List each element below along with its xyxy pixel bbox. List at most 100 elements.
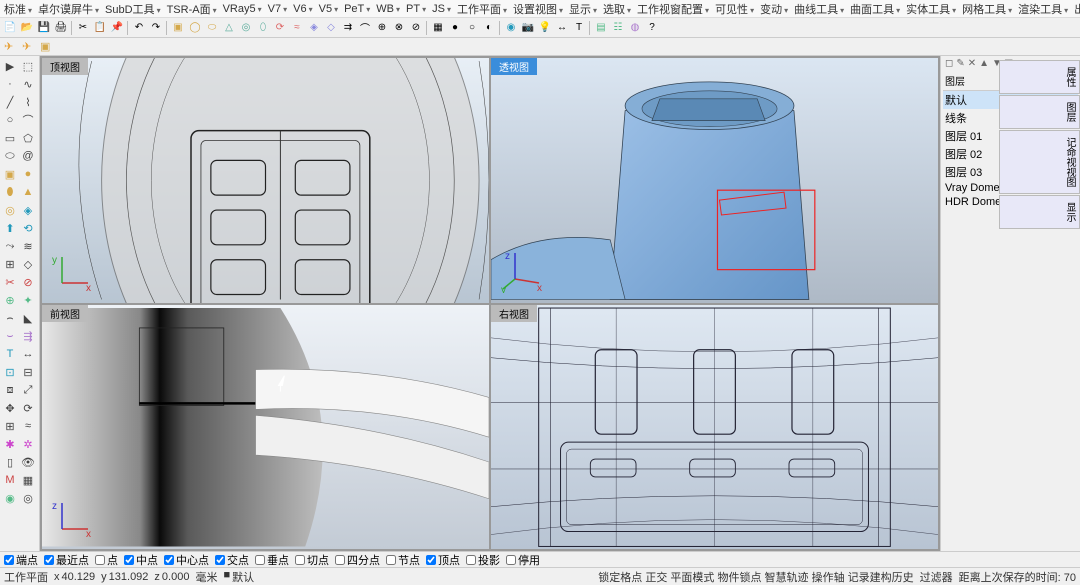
netw-icon[interactable]: ⊞ bbox=[1, 255, 19, 273]
osnap-check[interactable] bbox=[255, 555, 265, 565]
current-layer[interactable]: 默认 bbox=[232, 569, 254, 585]
menu-23[interactable]: 渲染工具 bbox=[1018, 1, 1068, 17]
wire-icon[interactable]: ○ bbox=[464, 20, 480, 36]
menu-14[interactable]: 显示 bbox=[569, 1, 597, 17]
menu-5[interactable]: V7 bbox=[268, 3, 287, 15]
osnap-check[interactable] bbox=[215, 555, 225, 565]
sweep-icon[interactable]: ⟳ bbox=[272, 20, 288, 36]
sphere-icon[interactable]: ◯ bbox=[187, 20, 203, 36]
fillet-icon[interactable]: ⌒ bbox=[357, 20, 373, 36]
osnap-3[interactable]: 中点 bbox=[124, 552, 158, 568]
offset-tool-icon[interactable]: ⇶ bbox=[19, 327, 37, 345]
osnap-6[interactable]: 垂点 bbox=[255, 552, 289, 568]
panel-btn-2[interactable]: ✕ bbox=[968, 58, 976, 69]
menu-1[interactable]: 卓尔谟屏牛 bbox=[38, 1, 99, 17]
panel-btn-1[interactable]: ✎ bbox=[956, 58, 964, 69]
arc-icon[interactable]: ⌒ bbox=[19, 111, 37, 129]
redo-icon[interactable]: ↷ bbox=[148, 20, 164, 36]
env-icon[interactable]: ▣ bbox=[40, 40, 54, 54]
osnap-10[interactable]: 顶点 bbox=[426, 552, 460, 568]
cp-icon[interactable]: ◉ bbox=[1, 489, 19, 507]
rot-icon[interactable]: ⟳ bbox=[19, 399, 37, 417]
box-icon[interactable]: ▣ bbox=[170, 20, 186, 36]
units[interactable]: 毫米 bbox=[195, 569, 217, 585]
join-icon[interactable]: ⊕ bbox=[1, 291, 19, 309]
hide-icon[interactable]: 👁 bbox=[19, 453, 37, 471]
patch-icon[interactable]: ◇ bbox=[323, 20, 339, 36]
osnap-check[interactable] bbox=[506, 555, 516, 565]
mat-icon[interactable]: ◍ bbox=[627, 20, 643, 36]
layer-icon[interactable]: ▤ bbox=[593, 20, 609, 36]
menu-0[interactable]: 标准 bbox=[4, 1, 32, 17]
menu-19[interactable]: 曲线工具 bbox=[794, 1, 844, 17]
bool-icon[interactable]: ⊕ bbox=[374, 20, 390, 36]
box-tool-icon[interactable]: ▣ bbox=[1, 165, 19, 183]
fillet-tool-icon[interactable]: ⌢ bbox=[1, 309, 19, 327]
line-icon[interactable]: ╱ bbox=[1, 93, 19, 111]
rect-icon[interactable]: ▭ bbox=[1, 129, 19, 147]
copy-icon[interactable]: 📋 bbox=[92, 20, 108, 36]
pipe-icon[interactable]: ⬯ bbox=[255, 20, 271, 36]
osnap-0[interactable]: 端点 bbox=[4, 552, 38, 568]
osnap-2[interactable]: 点 bbox=[95, 552, 118, 568]
menu-10[interactable]: PT bbox=[406, 3, 426, 15]
osnap-11[interactable]: 投影 bbox=[466, 552, 500, 568]
menu-21[interactable]: 实体工具 bbox=[906, 1, 956, 17]
snap-modes[interactable]: 锁定格点 正交 平面模式 物件锁点 智慧轨迹 操作轴 记录建构历史 bbox=[598, 569, 913, 585]
menu-13[interactable]: 设置视图 bbox=[513, 1, 563, 17]
analyze2-icon[interactable]: ✲ bbox=[19, 435, 37, 453]
arrow-icon[interactable]: ▶ bbox=[1, 57, 19, 75]
paste-icon[interactable]: 📌 bbox=[109, 20, 125, 36]
viewport-right[interactable]: 右视图 bbox=[491, 305, 938, 550]
osnap-7[interactable]: 切点 bbox=[295, 552, 329, 568]
blend-icon[interactable]: ⌣ bbox=[1, 327, 19, 345]
explode-icon[interactable]: ✦ bbox=[19, 291, 37, 309]
menu-2[interactable]: SubD工具 bbox=[105, 1, 161, 17]
cone-tool-icon[interactable]: ▲ bbox=[19, 183, 37, 201]
flow-icon[interactable]: ≈ bbox=[19, 417, 37, 435]
cone-icon[interactable]: △ bbox=[221, 20, 237, 36]
menu-15[interactable]: 选取 bbox=[603, 1, 631, 17]
ellipse-icon[interactable]: ⬭ bbox=[1, 147, 19, 165]
ghost-icon[interactable]: ◐ bbox=[481, 20, 497, 36]
new-icon[interactable]: 📄 bbox=[2, 20, 18, 36]
menu-7[interactable]: V5 bbox=[319, 3, 338, 15]
viewport-label[interactable]: 前视图 bbox=[42, 305, 88, 322]
array-icon[interactable]: ⊞ bbox=[1, 417, 19, 435]
curve-icon[interactable]: ∿ bbox=[19, 75, 37, 93]
osnap-check[interactable] bbox=[386, 555, 396, 565]
help-icon[interactable]: ? bbox=[644, 20, 660, 36]
torus-icon[interactable]: ◎ bbox=[238, 20, 254, 36]
osnap-check[interactable] bbox=[4, 555, 14, 565]
render-icon[interactable]: ◉ bbox=[503, 20, 519, 36]
osnap-8[interactable]: 四分点 bbox=[335, 552, 380, 568]
viewport-label[interactable]: 顶视图 bbox=[42, 58, 88, 75]
undo-icon[interactable]: ↶ bbox=[131, 20, 147, 36]
cut-icon[interactable]: ✂ bbox=[75, 20, 91, 36]
props-icon[interactable]: ☷ bbox=[610, 20, 626, 36]
extrude-icon[interactable]: ⬆ bbox=[1, 219, 19, 237]
split-tool-icon[interactable]: ⊘ bbox=[19, 273, 37, 291]
menu-16[interactable]: 工作视窗配置 bbox=[637, 1, 709, 17]
viewport-label[interactable]: 透视图 bbox=[491, 58, 537, 75]
open-icon[interactable]: 📂 bbox=[19, 20, 35, 36]
menu-17[interactable]: 可见性 bbox=[715, 1, 754, 17]
polygon-icon[interactable]: ⬠ bbox=[19, 129, 37, 147]
text-icon[interactable]: T bbox=[571, 20, 587, 36]
menu-20[interactable]: 曲面工具 bbox=[850, 1, 900, 17]
panel-btn-3[interactable]: ▲ bbox=[979, 58, 989, 69]
viewport-perspective[interactable]: 透视图 xzy bbox=[491, 58, 938, 303]
sweep-tool-icon[interactable]: ⤳ bbox=[1, 237, 19, 255]
split-icon[interactable]: ⊘ bbox=[408, 20, 424, 36]
viewport-front[interactable]: 前视图 xz bbox=[42, 305, 489, 550]
viewport-label[interactable]: 右视图 bbox=[491, 305, 537, 322]
osnap-check[interactable] bbox=[44, 555, 54, 565]
cylinder-icon[interactable]: ⬭ bbox=[204, 20, 220, 36]
grid-icon[interactable]: ▦ bbox=[19, 471, 37, 489]
menu-4[interactable]: VRay5 bbox=[223, 3, 262, 15]
analyze-icon[interactable]: ✱ bbox=[1, 435, 19, 453]
plane-tool-icon[interactable]: ◈ bbox=[19, 201, 37, 219]
osnap-check[interactable] bbox=[335, 555, 345, 565]
tor-tool-icon[interactable]: ◎ bbox=[1, 201, 19, 219]
m-icon[interactable]: M bbox=[1, 471, 19, 489]
